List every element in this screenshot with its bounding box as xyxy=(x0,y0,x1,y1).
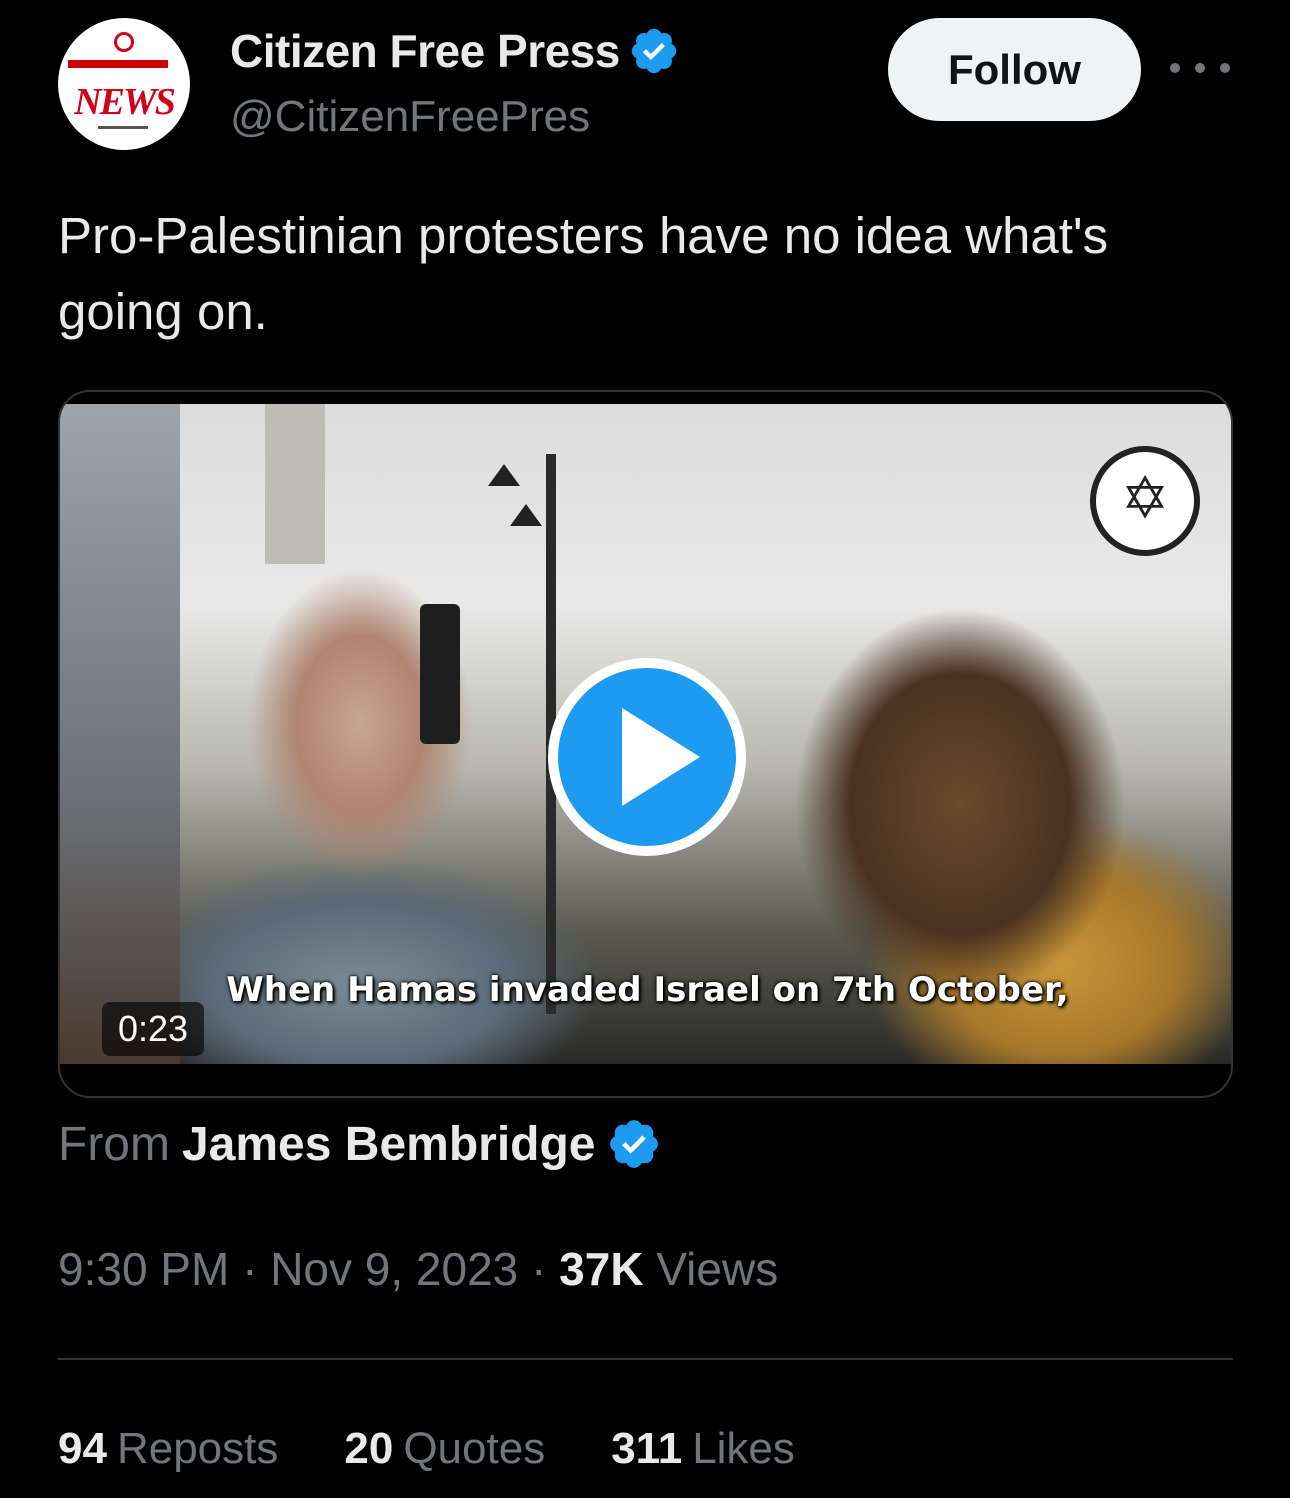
separator: · xyxy=(531,1243,560,1295)
tweet-date[interactable]: Nov 9, 2023 xyxy=(270,1243,518,1295)
author-handle[interactable]: @CitizenFreePres xyxy=(230,92,590,142)
from-author-name[interactable]: James Bembridge xyxy=(182,1117,596,1172)
avatar-figure-icon xyxy=(114,32,134,52)
more-options-icon[interactable] xyxy=(1170,48,1230,88)
video-subtitle: When Hamas invaded Israel on 7th October… xyxy=(226,970,1069,1010)
author-display-name[interactable]: Citizen Free Press xyxy=(230,24,620,78)
dot xyxy=(1195,63,1205,73)
background-sign xyxy=(60,404,180,1064)
video-player[interactable]: When Hamas invaded Israel on 7th October… xyxy=(58,390,1233,1098)
background-column xyxy=(265,404,325,564)
verified-badge-icon xyxy=(609,1120,658,1168)
from-label: From xyxy=(58,1117,170,1171)
quotes-label: Quotes xyxy=(403,1424,546,1473)
dot xyxy=(1170,63,1180,73)
video-thumbnail[interactable]: When Hamas invaded Israel on 7th October… xyxy=(60,404,1231,1064)
dot xyxy=(1220,63,1230,73)
views-count: 37K xyxy=(559,1243,644,1295)
likes-label: Likes xyxy=(692,1424,795,1473)
engagement-stats: 94 Reposts 20 Quotes 311 Likes xyxy=(58,1424,861,1474)
avatar-logo-text: NEWS xyxy=(74,81,176,123)
author-name-row[interactable]: Citizen Free Press xyxy=(230,24,680,78)
verified-badge-icon xyxy=(631,28,677,74)
reposts-label: Reposts xyxy=(116,1424,279,1473)
lamp xyxy=(510,504,542,526)
reposts-count: 94 xyxy=(58,1424,107,1473)
follow-button[interactable]: Follow xyxy=(888,18,1141,121)
avatar[interactable]: NEWS xyxy=(58,18,190,150)
lamp xyxy=(488,464,520,486)
likes-count: 311 xyxy=(611,1424,683,1473)
views-label: Views xyxy=(656,1243,779,1295)
watermark-logo-icon xyxy=(1090,446,1200,556)
tweet-time[interactable]: 9:30 PM xyxy=(58,1243,229,1295)
divider xyxy=(58,1358,1233,1360)
tweet-text: Pro-Palestinian protesters have no idea … xyxy=(58,207,1109,340)
video-attribution[interactable]: From James Bembridge xyxy=(58,1116,662,1172)
avatar-underline xyxy=(98,126,148,129)
play-icon[interactable] xyxy=(548,658,746,856)
reposts-stat[interactable]: 94 Reposts xyxy=(58,1424,278,1474)
tweet-meta: 9:30 PM · Nov 9, 2023 · 37K Views xyxy=(58,1242,778,1296)
quotes-stat[interactable]: 20 Quotes xyxy=(344,1424,545,1474)
separator: · xyxy=(242,1243,271,1295)
likes-stat[interactable]: 311 Likes xyxy=(611,1424,795,1474)
tweet-header: NEWS Citizen Free Press @CitizenFreePres… xyxy=(0,0,1290,160)
video-duration: 0:23 xyxy=(102,1002,205,1056)
traffic-light xyxy=(420,604,460,744)
quotes-count: 20 xyxy=(344,1424,394,1473)
avatar-banner xyxy=(68,60,168,68)
